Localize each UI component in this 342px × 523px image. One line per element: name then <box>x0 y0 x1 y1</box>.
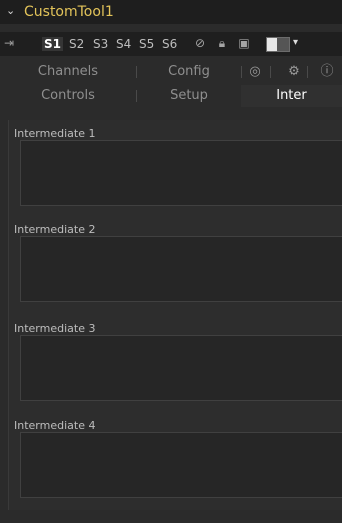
intermediate-2-label: Intermediate 2 <box>14 223 96 236</box>
slot-s5[interactable]: S5 <box>139 37 154 51</box>
tab-separator <box>270 66 271 78</box>
tab-separator <box>307 66 308 78</box>
disable-icon[interactable]: ⊘ <box>192 36 208 50</box>
tool-header[interactable]: ⌄ CustomTool1 <box>0 0 342 24</box>
color-swatch[interactable] <box>266 37 290 52</box>
gear-icon[interactable]: ⚙ <box>285 63 303 81</box>
nodes-icon[interactable]: ◎ <box>246 63 264 81</box>
chevron-down-icon[interactable]: ⌄ <box>6 4 16 18</box>
tab-separator <box>241 66 242 78</box>
tabs-row-2: Controls Setup Inter <box>0 85 342 107</box>
intermediate-3-label: Intermediate 3 <box>14 322 96 335</box>
cache-icon[interactable]: ▣ <box>236 36 252 50</box>
tool-title: CustomTool1 <box>24 4 114 20</box>
info-icon[interactable]: ⓘ <box>318 63 336 81</box>
intermediate-1-field[interactable] <box>20 140 342 206</box>
intermediate-2-field[interactable] <box>20 236 342 302</box>
slot-s6[interactable]: S6 <box>162 37 177 51</box>
dropdown-arrow-icon[interactable]: ▾ <box>293 36 298 50</box>
slot-s4[interactable]: S4 <box>116 37 131 51</box>
intermediate-3-field[interactable] <box>20 335 342 401</box>
tab-controls[interactable]: Controls <box>0 85 136 107</box>
tab-inter[interactable]: Inter <box>241 85 342 107</box>
lock-icon[interactable]: 🔒︎ <box>214 36 230 50</box>
tab-setup[interactable]: Setup <box>137 85 241 107</box>
intermediate-4-field[interactable] <box>20 432 342 498</box>
intermediates-container: Intermediate 1 Intermediate 2 Intermedia… <box>0 120 342 523</box>
intermediate-4-label: Intermediate 4 <box>14 419 96 432</box>
tab-channels[interactable]: Channels <box>0 61 136 83</box>
slot-s2[interactable]: S2 <box>69 37 84 51</box>
intermediate-1-label: Intermediate 1 <box>14 127 96 140</box>
pin-icon[interactable]: ⇥ <box>4 36 20 50</box>
tab-config[interactable]: Config <box>137 61 241 83</box>
tabs-row-1: Channels Config ◎ ⚙ ⓘ <box>0 61 342 83</box>
tool-toolbar: ⇥ S1 S2 S3 S4 S5 S6 ⊘ 🔒︎ ▣ ▾ <box>0 32 342 56</box>
slot-s3[interactable]: S3 <box>93 37 108 51</box>
slot-s1[interactable]: S1 <box>42 37 63 51</box>
